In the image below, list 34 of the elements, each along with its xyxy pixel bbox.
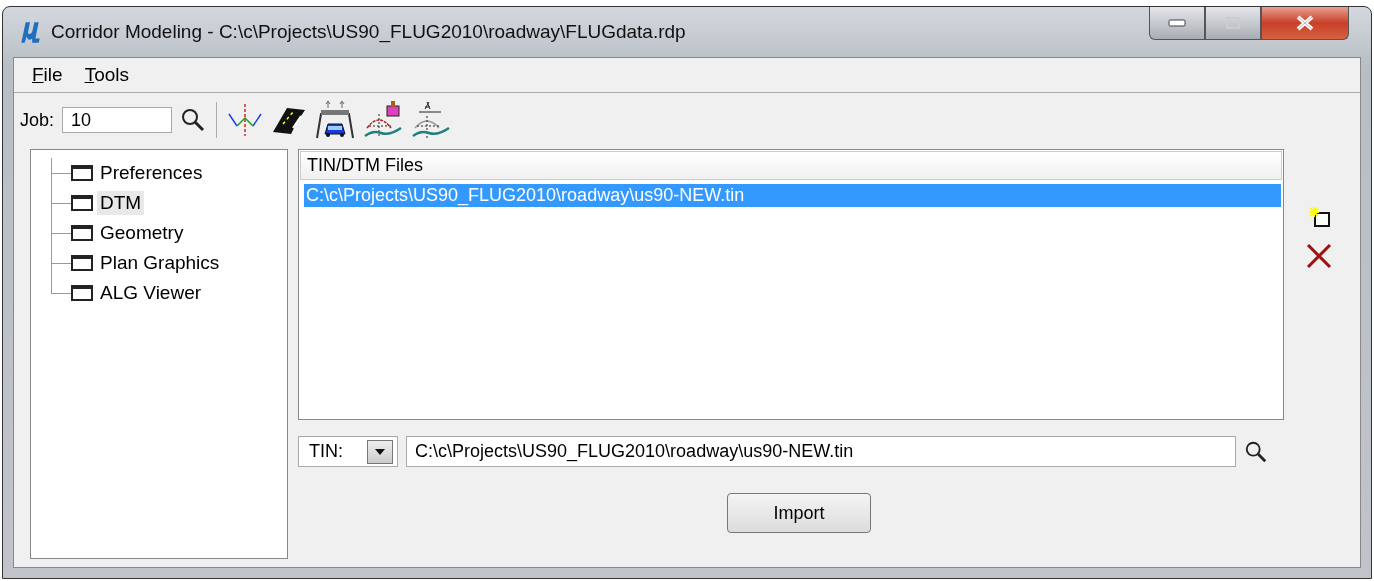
search-icon[interactable] xyxy=(1244,439,1268,464)
cross-section-label-icon[interactable] xyxy=(411,100,452,140)
alignment-icon[interactable] xyxy=(227,102,264,138)
minimize-icon xyxy=(1168,19,1186,27)
new-file-icon[interactable] xyxy=(1307,205,1331,229)
menu-item[interactable]: Tools xyxy=(84,64,129,86)
tree-item[interactable]: ALG Viewer xyxy=(97,281,205,305)
window-icon xyxy=(71,194,93,212)
type-dropdown[interactable]: TIN: xyxy=(298,436,398,467)
window-icon xyxy=(71,224,93,242)
path-field[interactable]: C:\c\Projects\US90_FLUG2010\roadway\us90-NEW.tin xyxy=(406,436,1236,467)
import-button[interactable]: Import xyxy=(727,493,871,533)
window-icon xyxy=(71,254,93,272)
minimize-button[interactable] xyxy=(1149,7,1205,40)
search-icon[interactable] xyxy=(180,107,207,133)
delete-icon[interactable] xyxy=(1306,243,1332,269)
window-title: Corridor Modeling - C:\c\Projects\US90_FLUG2010\roadway\FLUGdata.rdp xyxy=(51,21,686,43)
tree-item[interactable]: Preferences xyxy=(97,161,206,185)
menu-item[interactable]: File xyxy=(32,64,63,86)
maximize-button[interactable] xyxy=(1205,7,1261,40)
maximize-icon xyxy=(1226,17,1240,29)
tree-item[interactable]: Plan Graphics xyxy=(97,251,223,275)
tree-item[interactable]: DTM xyxy=(97,191,145,215)
job-label: Job: xyxy=(20,109,55,131)
cross-section-paint-icon[interactable] xyxy=(363,100,404,140)
window-icon xyxy=(71,164,93,182)
job-field[interactable]: 10 xyxy=(62,107,173,133)
close-icon xyxy=(1295,15,1315,31)
column-header[interactable]: TIN/DTM Files xyxy=(301,152,1281,179)
tree-item[interactable]: Geometry xyxy=(97,221,187,245)
close-button[interactable] xyxy=(1261,7,1349,40)
car-tunnel-icon[interactable] xyxy=(315,100,356,140)
caret-icon xyxy=(374,447,386,456)
window-icon xyxy=(71,284,93,302)
